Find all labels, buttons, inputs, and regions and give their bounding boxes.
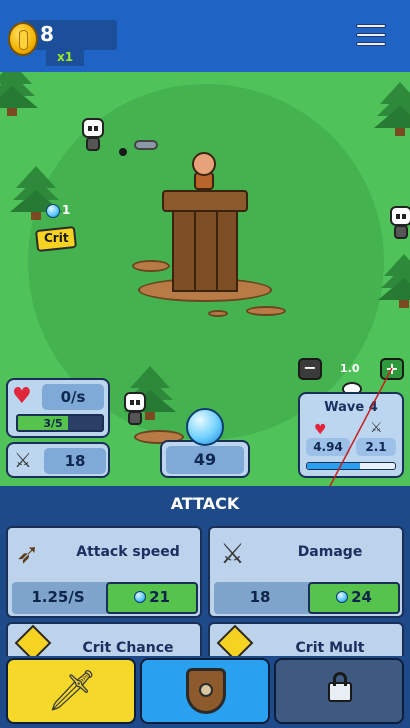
skeleton-enemy [388, 206, 410, 239]
health-bar: 3/5 [16, 414, 104, 432]
tab-attack[interactable]: 🗡 [6, 658, 136, 724]
wave-title: Wave 4 [324, 400, 378, 415]
wave-panel: Wave 4 ♥ 4.94 ⚔ 2.1 [298, 392, 404, 478]
tab-defense[interactable] [140, 658, 270, 724]
coin-count: 8 [40, 22, 54, 46]
gem-icon [336, 591, 349, 603]
upgrade-section-title: ATTACK [170, 494, 240, 513]
dirt-patch [246, 306, 286, 316]
projectile [119, 148, 127, 156]
coin-icon [8, 22, 38, 56]
zoom-out-button[interactable]: − [298, 358, 322, 380]
crossed-swords-icon: ⚔ [220, 537, 246, 570]
heart-icon: ♥ [314, 422, 327, 438]
skeleton-enemy [80, 118, 106, 151]
upgrade-card-attack-speed: ➶ Attack speed 1.25/S 21 [6, 526, 202, 618]
top-bar: 8 x1 [0, 0, 410, 72]
wave-progress-fill [307, 463, 360, 469]
upgrade-attack-speed-button[interactable]: 21 [106, 582, 198, 614]
skeleton-enemy [122, 392, 148, 425]
shield-icon [186, 668, 226, 714]
health-regen: 0/s [42, 384, 104, 410]
hamburger-menu-icon[interactable] [356, 24, 386, 48]
upgrade-value: 1.25/S [31, 588, 85, 606]
wooden-tower [162, 190, 248, 294]
health-value: 3/5 [43, 417, 63, 430]
attack-power-panel: ⚔ 18 [6, 442, 110, 478]
gem-icon [134, 591, 147, 603]
upgrade-label: Damage [297, 544, 363, 560]
lock-icon [328, 672, 352, 702]
enemy-health: 4.94 [306, 438, 350, 456]
zoom-level: 1.0 [340, 362, 360, 375]
crossed-swords-icon: ⚔ [370, 420, 383, 436]
hero-character [190, 152, 218, 192]
gem-count: 49 [166, 446, 244, 474]
dirt-patch [208, 310, 228, 317]
bow-icon: ➶ [16, 537, 40, 570]
wave-progress-bar [306, 462, 396, 470]
upgrade-label: Crit Mult [295, 640, 365, 656]
zoom-in-button[interactable]: + [380, 358, 404, 380]
upgrade-label: Crit Chance [82, 640, 174, 656]
upgrade-card-damage: ⚔ Damage 18 24 [208, 526, 404, 618]
tab-locked[interactable] [274, 658, 404, 724]
coin-multiplier: x1 [46, 48, 84, 66]
attack-power-value: 18 [44, 448, 106, 474]
gem-orb-icon [186, 408, 224, 446]
crit-label: Crit [44, 231, 69, 245]
upgrade-damage-button[interactable]: 24 [308, 582, 400, 614]
sword-icon: 🗡 [46, 668, 98, 714]
upgrade-label: Attack speed [76, 544, 180, 560]
crossed-swords-icon: ⚔ [14, 448, 32, 472]
health-panel: ♥ 0/s 3/5 [6, 378, 110, 438]
heart-icon: ♥ [12, 384, 32, 409]
gem-drop-amount: 1 [62, 203, 71, 217]
gem-drop-icon [46, 204, 60, 218]
rock-icon [134, 140, 158, 150]
enemy-damage: 2.1 [356, 438, 396, 456]
upgrade-value: 18 [249, 588, 271, 606]
